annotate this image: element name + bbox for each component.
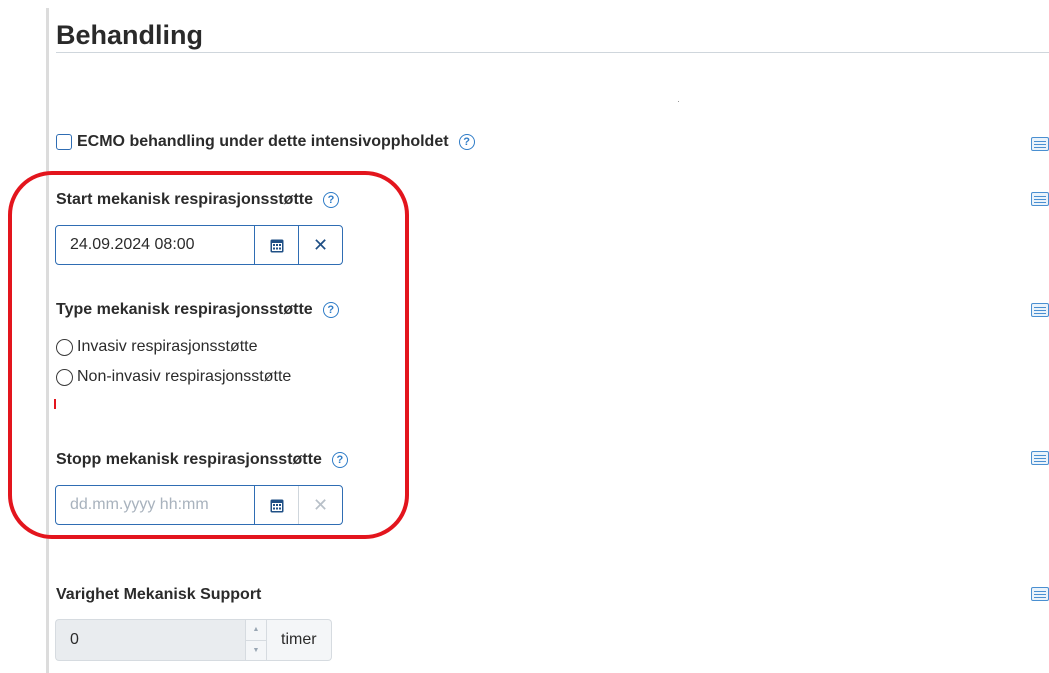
ecmo-label[interactable]: ECMO behandling under dette intensivopph… bbox=[77, 133, 449, 151]
duration-input: 0 bbox=[55, 619, 245, 661]
help-circle-icon[interactable]: ? bbox=[331, 452, 348, 468]
stray-dot bbox=[678, 101, 679, 102]
start-datetime-group: ✕ bbox=[55, 225, 343, 265]
close-icon: ✕ bbox=[312, 234, 329, 255]
stop-datetime-input[interactable] bbox=[56, 486, 254, 524]
stop-label: Stopp mekanisk respirasjonsstøtte bbox=[56, 451, 322, 468]
duration-spinner[interactable]: ▲ ▼ bbox=[245, 619, 267, 661]
start-datetime-input[interactable] bbox=[56, 226, 254, 264]
spinner-up-icon[interactable]: ▲ bbox=[246, 620, 266, 641]
type-label: Type mekanisk respirasjonsstøtte bbox=[56, 301, 313, 318]
help-circle-icon[interactable]: ? bbox=[323, 192, 339, 208]
start-clear-button[interactable]: ✕ bbox=[298, 226, 342, 264]
list-icon[interactable] bbox=[1031, 587, 1049, 601]
stop-datetime-group: ✕ bbox=[55, 485, 343, 525]
spinner-down-icon[interactable]: ▼ bbox=[246, 641, 266, 661]
calendar-icon bbox=[270, 239, 283, 252]
start-calendar-button[interactable] bbox=[254, 226, 298, 264]
radio-invasiv-label[interactable]: Invasiv respirasjonsstøtte bbox=[77, 338, 258, 356]
radio-invasiv-row[interactable]: Invasiv respirasjonsstøtte bbox=[56, 338, 258, 356]
radio-noninvasiv[interactable] bbox=[56, 368, 73, 386]
list-icon[interactable] bbox=[1031, 137, 1049, 151]
duration-unit: timer bbox=[267, 619, 332, 661]
help-circle-icon[interactable]: ? bbox=[458, 134, 475, 150]
radio-noninvasiv-label[interactable]: Non-invasiv respirasjonsstøtte bbox=[77, 368, 291, 386]
radio-noninvasiv-row[interactable]: Non-invasiv respirasjonsstøtte bbox=[56, 368, 291, 386]
radio-invasiv[interactable] bbox=[56, 338, 73, 356]
list-icon[interactable] bbox=[1031, 192, 1049, 206]
ecmo-checkbox[interactable] bbox=[56, 134, 72, 150]
list-icon[interactable] bbox=[1031, 451, 1049, 465]
title-divider bbox=[56, 52, 1049, 53]
calendar-icon bbox=[270, 499, 283, 512]
close-icon: ✕ bbox=[312, 494, 329, 515]
help-circle-icon[interactable]: ? bbox=[322, 302, 339, 318]
ecmo-row: ECMO behandling under dette intensivopph… bbox=[56, 133, 475, 151]
duration-label: Varighet Mekanisk Support bbox=[56, 586, 262, 603]
validation-marker bbox=[54, 399, 56, 409]
start-label: Start mekanisk respirasjonsstøtte bbox=[56, 191, 313, 208]
start-label-row: Start mekanisk respirasjonsstøtte ? bbox=[56, 191, 339, 209]
stop-calendar-button[interactable] bbox=[254, 486, 298, 524]
left-border bbox=[46, 8, 49, 673]
stop-clear-button[interactable]: ✕ bbox=[298, 486, 342, 524]
duration-group: 0 ▲ ▼ timer bbox=[55, 619, 332, 661]
page-title: Behandling bbox=[56, 20, 203, 50]
duration-label-row: Varighet Mekanisk Support bbox=[56, 586, 261, 604]
list-icon[interactable] bbox=[1031, 303, 1049, 317]
type-label-row: Type mekanisk respirasjonsstøtte ? bbox=[56, 301, 339, 319]
stop-label-row: Stopp mekanisk respirasjonsstøtte ? bbox=[56, 451, 348, 469]
